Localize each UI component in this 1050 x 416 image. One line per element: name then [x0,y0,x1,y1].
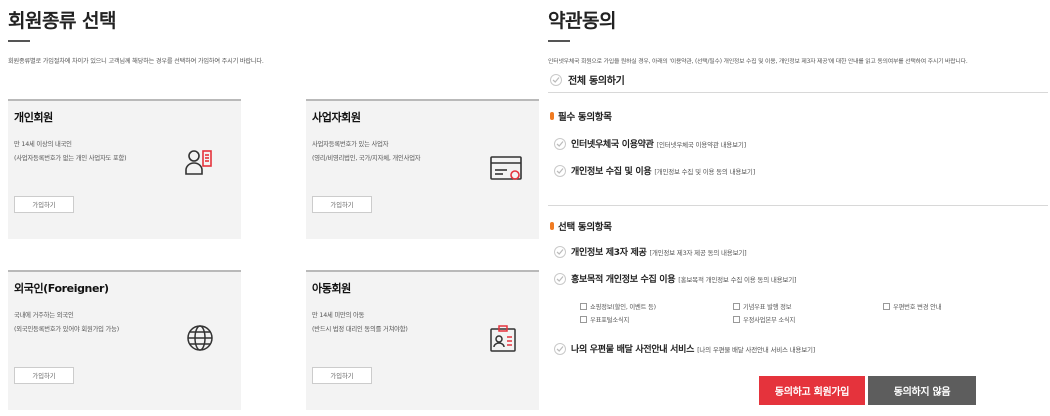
member-type-title: 회원종류 선택 [8,10,117,32]
join-button-personal[interactable]: 가입하기 [14,196,74,213]
checkbox[interactable] [733,316,740,323]
card-personal-member[interactable]: 개인회원 만 14세 이상의 내국인 (사업자등록번호가 없는 개인 사업자도 … [8,99,241,239]
agree-and-join-button[interactable]: 동의하고 회원가입 [759,376,865,405]
agree-row-third-party[interactable]: 개인정보 제3자 제공 [개인정보 제3자 제공 동의 내용보기] [554,245,747,258]
agree-item-title: 홍보목적 개인정보 수집 이용 [571,275,676,285]
member-type-description: 회원종류별로 가입절차에 차이가 있으니 고객님께 해당하는 경우를 선택하여 … [8,58,264,65]
agree-all-row[interactable]: 전체 동의하기 [550,72,625,87]
required-group-title: 필수 동의항목 [558,112,612,123]
member-type-section: 회원종류 선택 회원종류별로 가입절차에 차이가 있으니 고객님께 해당하는 경… [8,0,539,416]
agree-item-title: 나의 우편물 배달 사전안내 서비스 [571,345,695,355]
agree-item-title: 인터넷우체국 이용약관 [571,140,654,150]
required-group-head: 필수 동의항목 [550,109,612,123]
agree-item-title: 개인정보 수집 및 이용 [571,167,652,177]
card-business-member[interactable]: 사업자회원 사업자등록번호가 있는 사업자 (영리/비영리법인, 국가/지자체,… [306,99,539,239]
view-content-link[interactable]: [개인정보 수집 및 이용 동의 내용보기] [654,166,755,176]
optional-group-title: 선택 동의항목 [558,222,612,233]
agree-item-title: 개인정보 제3자 제공 [571,248,647,258]
promo-option-zipcode[interactable]: 우편번호 변경 안내 [883,302,942,311]
id-person-icon [184,147,214,181]
join-button-child[interactable]: 가입하기 [312,367,372,384]
agree-row-privacy[interactable]: 개인정보 수집 및 이용 [개인정보 수집 및 이용 동의 내용보기] [554,164,755,177]
promo-option-shopping[interactable]: 쇼핑정보(할인, 이벤트 등) [580,302,656,311]
bullet-icon [550,112,554,120]
agree-row-terms[interactable]: 인터넷우체국 이용약관 [인터넷우체국 이용약관 내용보기] [554,137,746,150]
check-circle-icon[interactable] [554,137,566,150]
agree-all-label: 전체 동의하기 [568,76,625,87]
promo-option-stamp[interactable]: 기념우표 발행 정보 [733,302,792,311]
check-circle-icon[interactable] [554,272,566,285]
title-divider [548,40,570,42]
card-line: 국내에 거주하는 외국인 [14,312,74,319]
card-line: 사업자등록번호가 있는 사업자 [312,141,389,148]
card-title: 개인회원 [14,111,53,124]
view-content-link[interactable]: [인터넷우체국 이용약관 내용보기] [657,139,747,149]
terms-section: 약관동의 인터넷우체국 회원으로 가입을 원하실 경우, 아래의 '이용약관, … [548,0,1048,416]
checkbox[interactable] [580,303,587,310]
agree-row-promotion[interactable]: 홍보목적 개인정보 수집 이용 [홍보목적 개인정보 수집 이용 동의 내용보기… [554,272,797,285]
card-title: 외국인(Foreigner) [14,282,109,295]
promo-option-newsletter[interactable]: 우표포털소식지 [580,315,629,324]
card-child-member[interactable]: 아동회원 만 14세 미만의 아동 (반드시 법정 대리인 동의를 거쳐야함) … [306,270,539,410]
title-divider [8,40,30,42]
disagree-button[interactable]: 동의하지 않음 [868,376,976,405]
card-line: (영리/비영리법인, 국가/지자체, 개인사업자 [312,155,421,162]
checkbox[interactable] [580,316,587,323]
bullet-icon [550,222,554,230]
card-line: 만 14세 미만의 아동 [312,312,365,319]
checkbox[interactable] [883,303,890,310]
check-circle-icon[interactable] [554,342,566,355]
card-line: (사업자등록번호가 없는 개인 사업자도 포함) [14,155,127,162]
promo-option-koreapost-news[interactable]: 우정사업본부 소식지 [733,315,795,324]
check-circle-icon[interactable] [554,164,566,177]
globe-icon [186,324,214,356]
terms-title: 약관동의 [548,10,616,32]
child-id-icon [488,324,518,358]
card-foreigner-member[interactable]: 외국인(Foreigner) 국내에 거주하는 외국인 (외국인등록번호가 있어… [8,270,241,410]
card-line: (외국인등록번호가 있어야 회원가입 가능) [14,326,120,333]
divider [548,205,1048,206]
view-content-link[interactable]: [홍보목적 개인정보 수집 이용 동의 내용보기] [678,274,796,284]
terms-description: 인터넷우체국 회원으로 가입을 원하실 경우, 아래의 '이용약관, (선택/필… [548,59,968,65]
card-title: 아동회원 [312,282,351,295]
check-circle-icon[interactable] [554,245,566,258]
card-line: 만 14세 이상의 내국인 [14,141,72,148]
view-content-link[interactable]: [개인정보 제3자 제공 동의 내용보기] [649,247,746,257]
card-line: (반드시 법정 대리인 동의를 거쳐야함) [312,326,408,333]
check-circle-icon[interactable] [550,73,562,86]
optional-group-head: 선택 동의항목 [550,219,612,233]
card-title: 사업자회원 [312,111,361,124]
business-card-icon [489,154,523,188]
view-content-link[interactable]: [나의 우편물 배달 사전안내 서비스 내용보기] [697,344,815,354]
checkbox[interactable] [733,303,740,310]
join-button-foreigner[interactable]: 가입하기 [14,367,74,384]
join-button-business[interactable]: 가입하기 [312,196,372,213]
agree-row-delivery-notice[interactable]: 나의 우편물 배달 사전안내 서비스 [나의 우편물 배달 사전안내 서비스 내… [554,342,815,355]
divider [548,92,1048,93]
